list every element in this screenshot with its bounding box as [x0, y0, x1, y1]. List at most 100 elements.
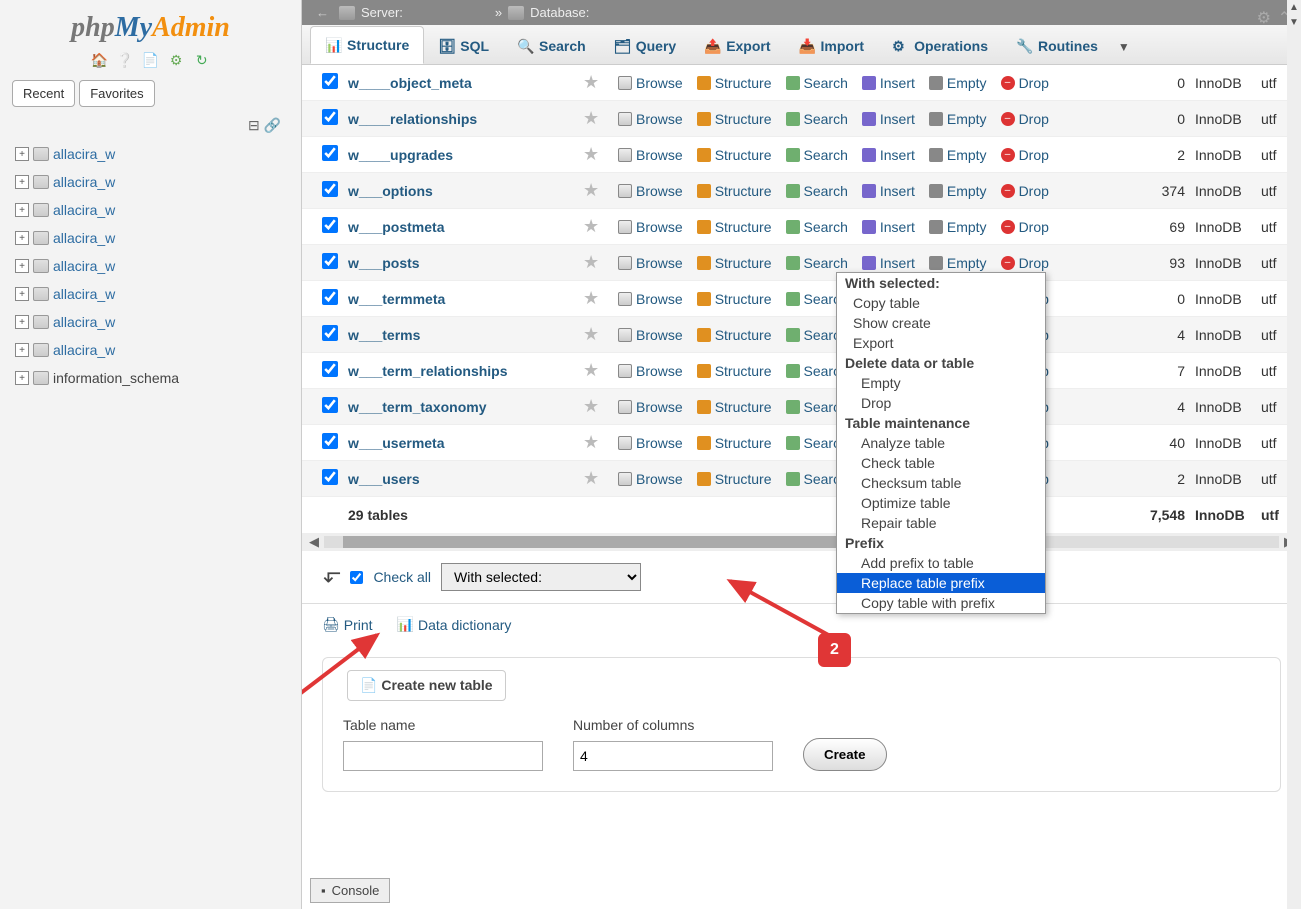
- table-name-link[interactable]: w___users: [348, 471, 583, 487]
- browse-link[interactable]: Browse: [611, 255, 690, 271]
- empty-link[interactable]: Empty: [922, 183, 994, 199]
- row-checkbox[interactable]: [322, 361, 338, 377]
- structure-link[interactable]: Structure: [690, 471, 779, 487]
- columns-input[interactable]: [573, 741, 773, 771]
- favorites-button[interactable]: Favorites: [79, 80, 154, 107]
- table-name-link[interactable]: w___terms: [348, 327, 583, 343]
- drop-link[interactable]: –Drop: [994, 111, 1056, 127]
- table-name-link[interactable]: w___postmeta: [348, 219, 583, 235]
- docs-icon[interactable]: 📄: [142, 52, 160, 70]
- favorite-star-icon[interactable]: ★: [583, 324, 611, 345]
- expand-icon[interactable]: +: [15, 231, 29, 245]
- expand-icon[interactable]: +: [15, 315, 29, 329]
- tab-export[interactable]: 📤Export: [690, 28, 784, 64]
- tab-sql[interactable]: 🗄SQL: [424, 28, 503, 64]
- empty-link[interactable]: Empty: [922, 255, 994, 271]
- row-checkbox[interactable]: [322, 397, 338, 413]
- table-name-link[interactable]: w____object_meta: [348, 75, 583, 91]
- settings-icon[interactable]: ⚙: [167, 52, 185, 70]
- expand-icon[interactable]: +: [15, 175, 29, 189]
- db-tree-item[interactable]: +allacira_w: [12, 224, 289, 252]
- browse-link[interactable]: Browse: [611, 291, 690, 307]
- table-name-link[interactable]: w___term_relationships: [348, 363, 583, 379]
- ctx-repair[interactable]: Repair table: [837, 513, 1045, 533]
- ctx-export[interactable]: Export: [837, 333, 1045, 353]
- structure-link[interactable]: Structure: [690, 435, 779, 451]
- tab-search[interactable]: 🔍Search: [503, 28, 600, 64]
- ctx-show-create[interactable]: Show create: [837, 313, 1045, 333]
- search-link[interactable]: Search: [779, 111, 855, 127]
- structure-link[interactable]: Structure: [690, 183, 779, 199]
- db-tree-item[interactable]: +allacira_w: [12, 252, 289, 280]
- insert-link[interactable]: Insert: [855, 183, 922, 199]
- search-link[interactable]: Search: [779, 219, 855, 235]
- browse-link[interactable]: Browse: [611, 183, 690, 199]
- db-tree-item[interactable]: +allacira_w: [12, 196, 289, 224]
- ctx-empty[interactable]: Empty: [837, 373, 1045, 393]
- ctx-checksum[interactable]: Checksum table: [837, 473, 1045, 493]
- insert-link[interactable]: Insert: [855, 255, 922, 271]
- row-checkbox[interactable]: [322, 253, 338, 269]
- home-icon[interactable]: 🏠: [90, 52, 108, 70]
- drop-link[interactable]: –Drop: [994, 219, 1056, 235]
- browse-link[interactable]: Browse: [611, 399, 690, 415]
- ctx-drop[interactable]: Drop: [837, 393, 1045, 413]
- structure-link[interactable]: Structure: [690, 399, 779, 415]
- structure-link[interactable]: Structure: [690, 147, 779, 163]
- structure-link[interactable]: Structure: [690, 255, 779, 271]
- favorite-star-icon[interactable]: ★: [583, 216, 611, 237]
- drop-link[interactable]: –Drop: [994, 255, 1056, 271]
- favorite-star-icon[interactable]: ★: [583, 360, 611, 381]
- expand-icon[interactable]: +: [15, 147, 29, 161]
- ctx-copy-table[interactable]: Copy table: [837, 293, 1045, 313]
- browse-link[interactable]: Browse: [611, 111, 690, 127]
- favorite-star-icon[interactable]: ★: [583, 252, 611, 273]
- structure-link[interactable]: Structure: [690, 219, 779, 235]
- search-link[interactable]: Search: [779, 183, 855, 199]
- back-arrow-icon[interactable]: ←: [312, 5, 333, 20]
- tab-routines[interactable]: 🔧Routines: [1002, 28, 1112, 64]
- data-dictionary-link[interactable]: 📊 Data dictionary: [397, 616, 512, 633]
- favorite-star-icon[interactable]: ★: [583, 72, 611, 93]
- table-name-link[interactable]: w____upgrades: [348, 147, 583, 163]
- db-tree-item[interactable]: +allacira_w: [12, 168, 289, 196]
- browse-link[interactable]: Browse: [611, 147, 690, 163]
- expand-icon[interactable]: +: [15, 371, 29, 385]
- row-checkbox[interactable]: [322, 109, 338, 125]
- search-link[interactable]: Search: [779, 75, 855, 91]
- db-tree-item[interactable]: +allacira_w: [12, 140, 289, 168]
- tab-import[interactable]: 📥Import: [785, 28, 879, 64]
- tab-query[interactable]: 🗂Query: [600, 28, 690, 64]
- expand-icon[interactable]: +: [15, 203, 29, 217]
- favorite-star-icon[interactable]: ★: [583, 180, 611, 201]
- structure-link[interactable]: Structure: [690, 291, 779, 307]
- table-name-link[interactable]: w___usermeta: [348, 435, 583, 451]
- structure-link[interactable]: Structure: [690, 75, 779, 91]
- favorite-star-icon[interactable]: ★: [583, 288, 611, 309]
- console-bar[interactable]: ▪ Console: [310, 878, 390, 903]
- browse-link[interactable]: Browse: [611, 435, 690, 451]
- row-checkbox[interactable]: [322, 289, 338, 305]
- row-checkbox[interactable]: [322, 181, 338, 197]
- table-name-link[interactable]: w____relationships: [348, 111, 583, 127]
- insert-link[interactable]: Insert: [855, 75, 922, 91]
- db-tree-item[interactable]: +allacira_w: [12, 280, 289, 308]
- ctx-replace-prefix[interactable]: Replace table prefix: [837, 573, 1045, 593]
- expand-icon[interactable]: +: [15, 259, 29, 273]
- browse-link[interactable]: Browse: [611, 75, 690, 91]
- table-name-link[interactable]: w___termmeta: [348, 291, 583, 307]
- row-checkbox[interactable]: [322, 325, 338, 341]
- browse-link[interactable]: Browse: [611, 363, 690, 379]
- check-all-checkbox[interactable]: [350, 571, 363, 584]
- favorite-star-icon[interactable]: ★: [583, 108, 611, 129]
- tab-structure[interactable]: 📊Structure: [310, 26, 424, 64]
- insert-link[interactable]: Insert: [855, 111, 922, 127]
- empty-link[interactable]: Empty: [922, 147, 994, 163]
- drop-link[interactable]: –Drop: [994, 147, 1056, 163]
- browse-link[interactable]: Browse: [611, 327, 690, 343]
- browse-link[interactable]: Browse: [611, 219, 690, 235]
- structure-link[interactable]: Structure: [690, 363, 779, 379]
- table-name-link[interactable]: w___options: [348, 183, 583, 199]
- link-icon[interactable]: 🔗: [264, 117, 281, 133]
- favorite-star-icon[interactable]: ★: [583, 396, 611, 417]
